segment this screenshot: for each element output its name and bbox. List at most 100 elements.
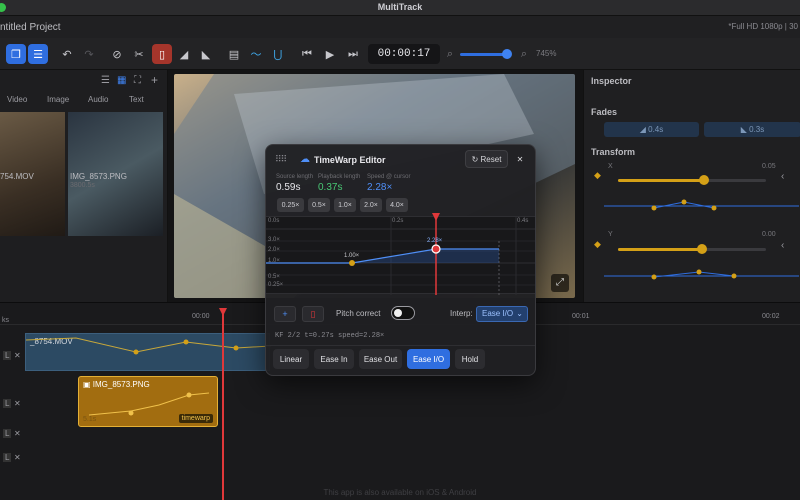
y-slider-fill xyxy=(618,248,703,251)
lock-toggle[interactable]: L xyxy=(3,429,12,438)
fade-out-button[interactable]: ◣ 0.3s xyxy=(704,122,800,137)
speed-preset-button[interactable]: 0.5× xyxy=(308,198,330,212)
split-button[interactable]: ✂ xyxy=(129,44,149,64)
trash-icon: ▯ xyxy=(310,308,316,319)
close-icon[interactable]: ✕ xyxy=(14,399,21,408)
speed-preset-button[interactable]: 4.0× xyxy=(386,198,408,212)
grid-view-icon[interactable]: ▦ xyxy=(117,75,126,86)
chevron-left-icon[interactable]: ‹ xyxy=(781,171,784,182)
tab-image[interactable]: Image xyxy=(47,95,69,104)
lock-toggle[interactable]: L xyxy=(3,351,12,360)
media-item-name: 754.MOV xyxy=(0,172,34,181)
keyframe-dot xyxy=(711,205,717,211)
play-button[interactable]: ▶ xyxy=(320,44,340,64)
tab-audio[interactable]: Audio xyxy=(88,95,108,104)
redo-icon: ↷ xyxy=(84,48,94,61)
keyframe-dot xyxy=(651,205,657,211)
ease-option-button[interactable]: Ease In xyxy=(314,349,354,369)
magnet-button[interactable]: ⋃ xyxy=(268,44,288,64)
stat-label: Playback length xyxy=(318,174,361,180)
close-icon[interactable]: ✕ xyxy=(14,429,21,438)
undo-button[interactable]: ↶ xyxy=(57,44,77,64)
captions-icon: ▤ xyxy=(228,48,240,61)
close-icon[interactable]: ✕ xyxy=(14,351,21,360)
fade-in-button[interactable]: ◢ xyxy=(174,44,194,64)
ease-option-button[interactable]: Linear xyxy=(273,349,309,369)
reset-label: Reset xyxy=(480,154,502,164)
tab-video[interactable]: Video xyxy=(7,95,27,104)
keyframe-dot xyxy=(681,199,687,205)
keyframe-label: 1.00× xyxy=(344,253,360,259)
y-value: 0.00 xyxy=(762,231,776,238)
captions-button[interactable]: ▤ xyxy=(224,44,244,64)
reset-icon: ↻ xyxy=(471,154,481,164)
time-tick-label: 0.2s xyxy=(392,218,404,224)
video-clip[interactable]: _8754.MOV xyxy=(25,333,271,371)
keyframe-dot xyxy=(731,273,737,279)
time-tick-label: 0.0s xyxy=(268,218,280,224)
playhead[interactable] xyxy=(222,308,224,500)
fade-in-button[interactable]: ◢ 0.4s xyxy=(604,122,699,137)
y-slider-thumb[interactable] xyxy=(697,244,708,254)
toggle-knob xyxy=(394,309,402,317)
drag-handle-icon[interactable]: ⠿⠿ xyxy=(275,154,287,165)
add-keyframe-button[interactable]: + xyxy=(274,306,296,322)
lock-toggle[interactable]: L xyxy=(3,399,12,408)
chevron-left-icon[interactable]: ‹ xyxy=(781,240,784,251)
interp-label: Interp: xyxy=(450,309,473,318)
speed-preset-button[interactable]: 0.25× xyxy=(277,198,304,212)
tab-text[interactable]: Text xyxy=(129,95,144,104)
speed-preset-button[interactable]: 2.0× xyxy=(360,198,382,212)
redo-button[interactable]: ↷ xyxy=(79,44,99,64)
project-format[interactable]: *Full HD 1080p | 30 xyxy=(728,22,798,31)
skip-forward-button[interactable]: ⏭ xyxy=(343,44,363,64)
keyframe-info: KF 2/2 t=0.27s speed=2.28× xyxy=(275,332,385,340)
disable-button[interactable]: ⊘ xyxy=(107,44,127,64)
y-tick-label: 2.0× xyxy=(268,247,280,253)
zoom-in-icon[interactable]: ⌕ xyxy=(514,44,534,64)
media-library-button[interactable]: ❐ xyxy=(6,44,26,64)
ease-option-button[interactable]: Ease I/O xyxy=(407,349,450,369)
graph-playhead-handle[interactable] xyxy=(432,213,440,221)
keyframe-icon[interactable]: ◆ xyxy=(594,239,601,250)
project-name[interactable]: ntitled Project xyxy=(0,22,61,33)
graph-button[interactable]: 〜 xyxy=(246,44,266,64)
fade-out-button[interactable]: ◣ xyxy=(196,44,216,64)
add-media-icon[interactable]: + xyxy=(151,73,158,87)
zoom-out-icon[interactable]: ⌕ xyxy=(440,44,460,64)
fullscreen-icon[interactable]: ⛶ xyxy=(134,75,141,86)
timewarp-icon: ☁ xyxy=(300,154,310,165)
close-button[interactable]: ✕ xyxy=(511,150,529,168)
close-icon: ✕ xyxy=(516,154,524,164)
zoom-slider-thumb[interactable] xyxy=(502,49,512,59)
delete-keyframe-button[interactable]: ▯ xyxy=(302,306,324,322)
stat-label: Speed @ cursor xyxy=(367,174,411,180)
close-icon[interactable]: ✕ xyxy=(14,453,21,462)
footer-message: This app is also available on iOS & Andr… xyxy=(323,488,477,497)
x-slider-thumb[interactable] xyxy=(698,175,709,185)
pitch-correct-toggle[interactable] xyxy=(391,306,415,320)
source-length-value: 0.59s xyxy=(276,182,301,193)
fullscreen-icon[interactable]: ⤢ xyxy=(551,274,569,292)
skip-back-button[interactable]: ⏮ xyxy=(297,44,317,64)
app-title: MultiTrack xyxy=(377,2,423,12)
speed-preset-button[interactable]: 1.0× xyxy=(334,198,356,212)
divider xyxy=(266,345,535,346)
image-clip[interactable]: ▣ IMG_8573.PNG 5.1s timewarp xyxy=(78,376,218,427)
delete-button[interactable]: ▯ xyxy=(152,44,172,64)
interp-select[interactable]: Ease I/O ⌄ xyxy=(476,306,528,322)
lock-toggle[interactable]: L xyxy=(3,453,12,462)
speed-curve-graph[interactable]: 0.0s 0.2s 0.4s 3.0× 2.0× 1.0× 0.5× 0.25×… xyxy=(266,213,535,295)
sliders-button[interactable]: ☰ xyxy=(28,44,48,64)
playhead-handle[interactable] xyxy=(219,308,227,316)
reset-button[interactable]: ↻ Reset xyxy=(465,150,508,168)
project-bar: ntitled Project *Full HD 1080p | 30 xyxy=(0,16,800,38)
stat-label: Source length xyxy=(276,174,314,180)
ease-option-button[interactable]: Hold xyxy=(455,349,485,369)
time-tick-label: 0.4s xyxy=(517,218,529,224)
ease-option-button[interactable]: Ease Out xyxy=(359,349,402,369)
list-view-icon[interactable]: ☰ xyxy=(101,75,110,86)
clip-keyframe-curve xyxy=(26,337,271,355)
transform-heading: Transform xyxy=(591,147,636,157)
keyframe-icon[interactable]: ◆ xyxy=(594,170,601,181)
